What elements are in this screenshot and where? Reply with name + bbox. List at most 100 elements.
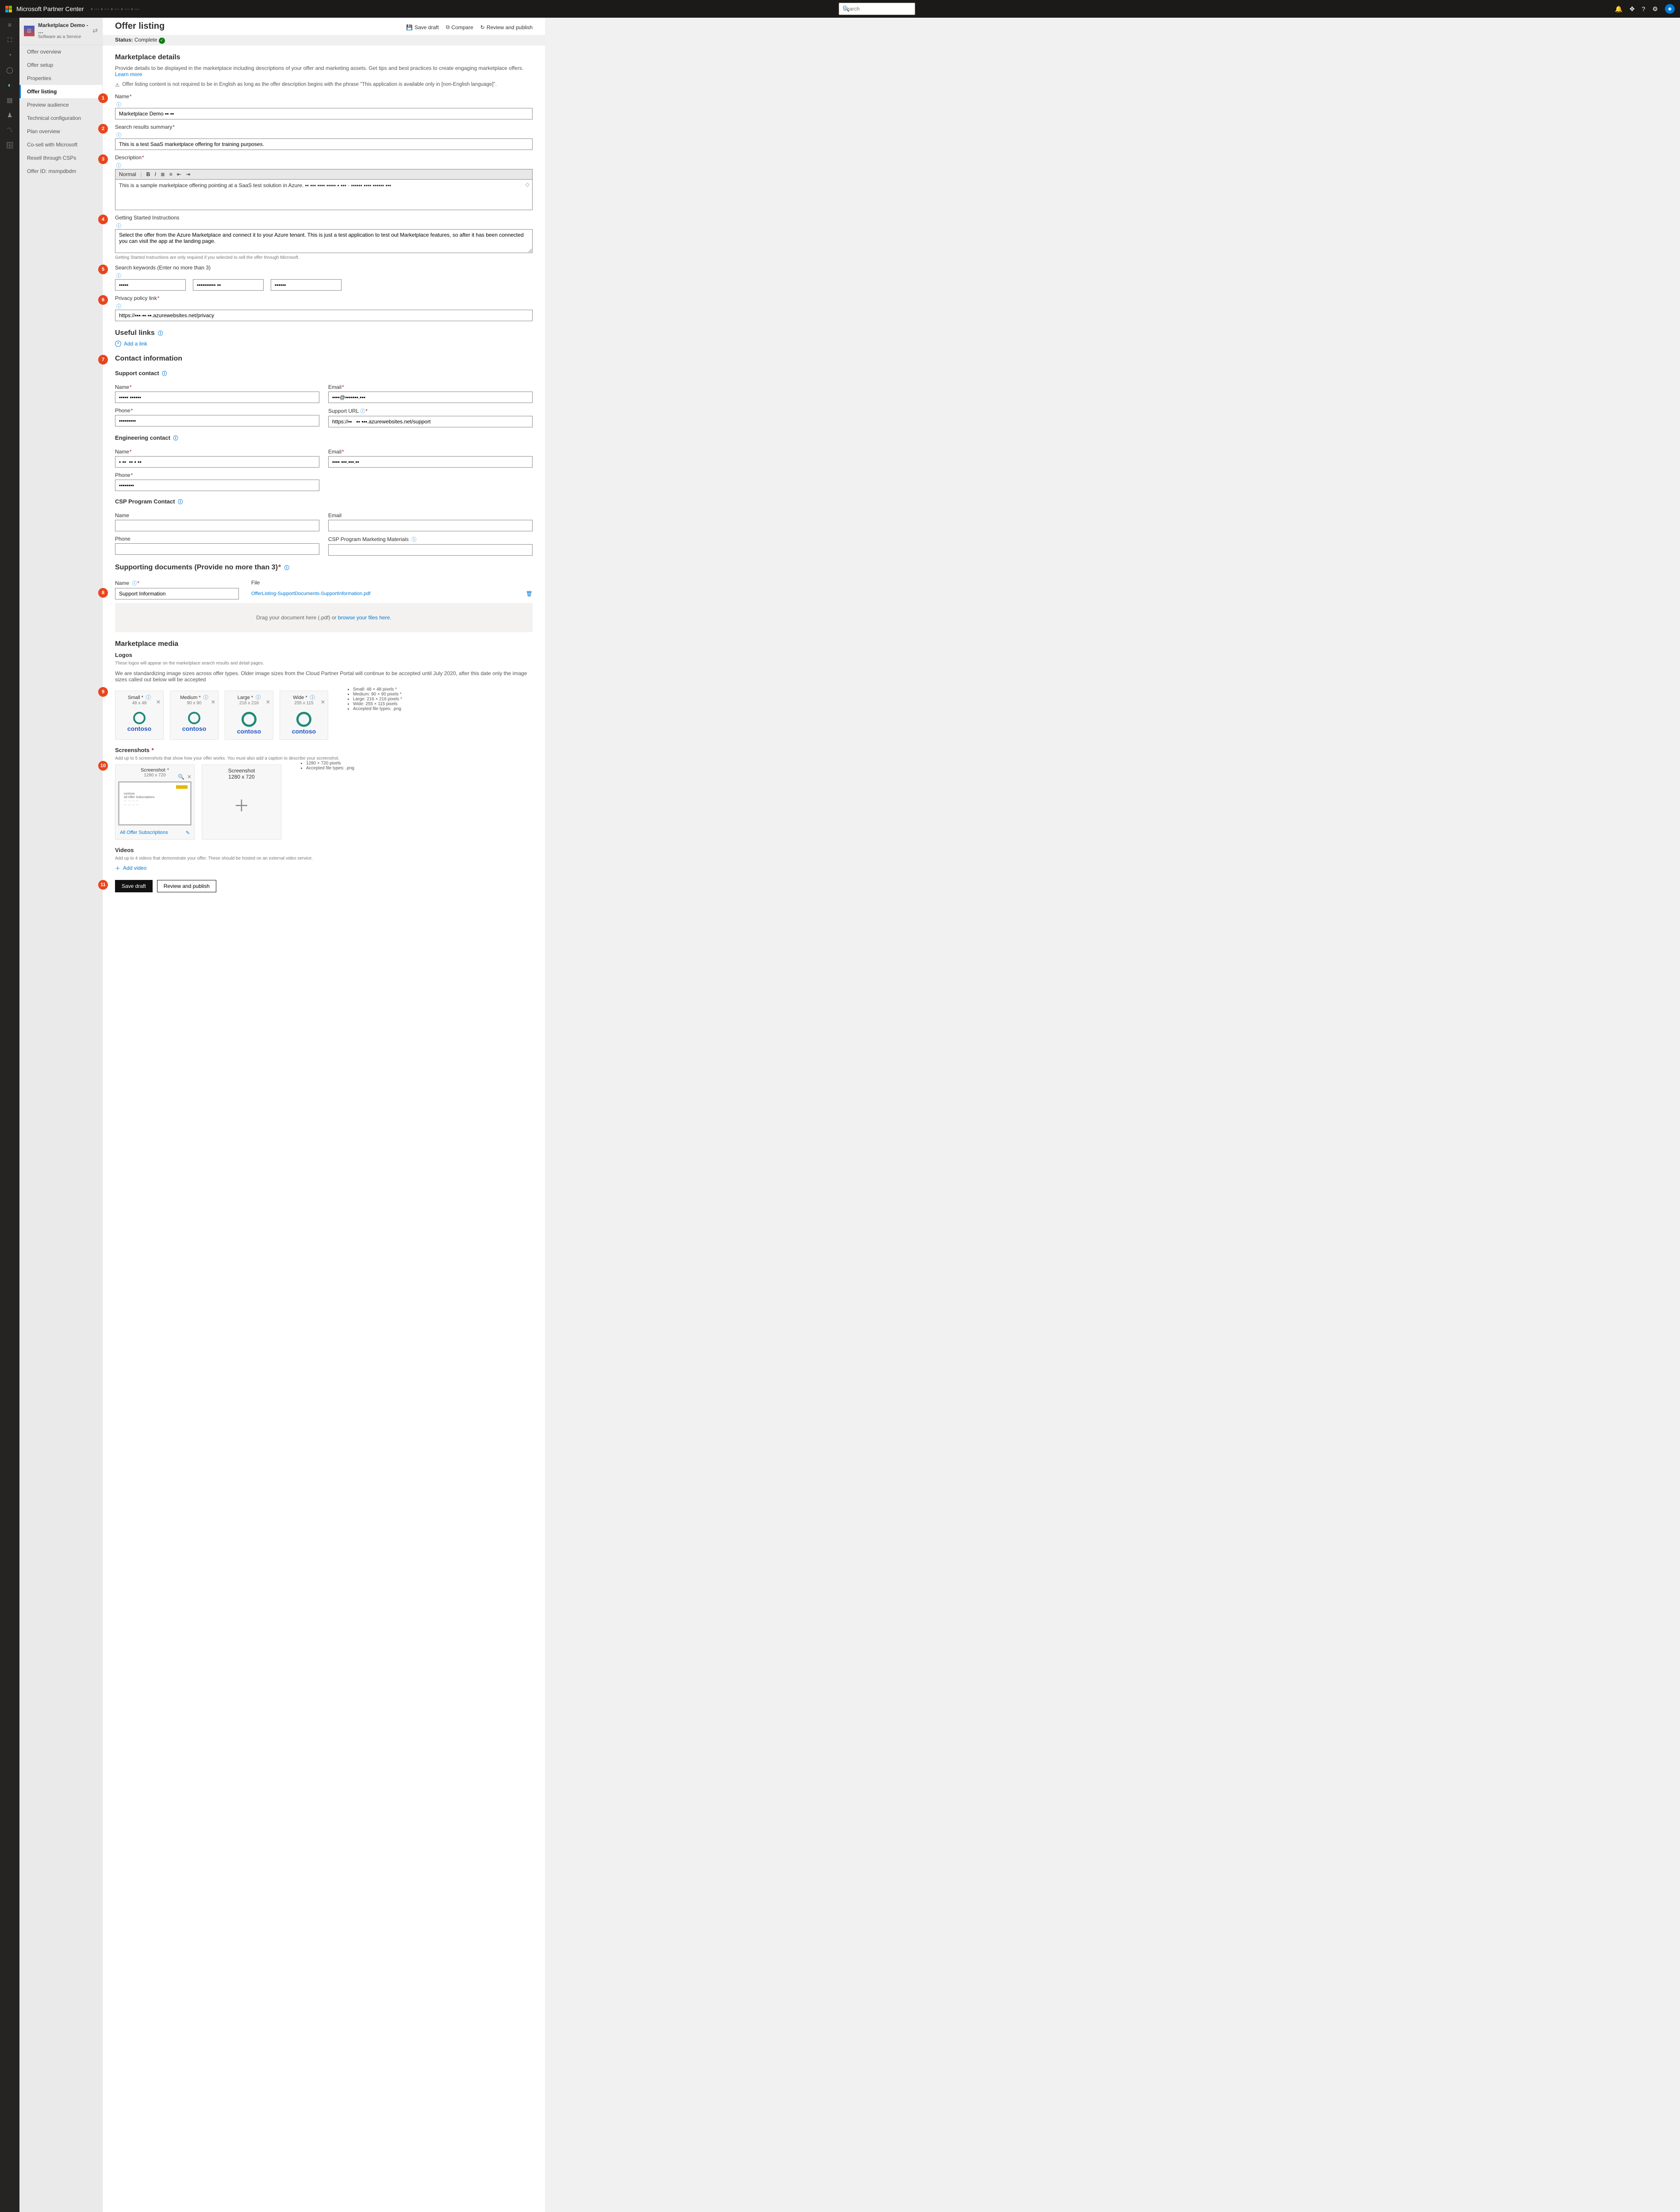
ec-name-input[interactable] <box>115 456 319 468</box>
info-icon[interactable]: ⓘ <box>116 304 121 309</box>
logo-card-medium[interactable]: Medium * ⓘ90 x 90✕contoso <box>170 691 219 740</box>
name-label: Name <box>115 93 533 100</box>
ol-icon[interactable]: ≡ <box>169 171 173 177</box>
srs-input[interactable] <box>115 138 533 150</box>
nav-co-sell-with-microsoft[interactable]: Co-sell with Microsoft <box>19 138 102 151</box>
review-publish-button[interactable]: Review and publish <box>157 880 216 892</box>
sc-url-input[interactable] <box>328 416 533 427</box>
gs-input[interactable]: Select the offer from the Azure Marketpl… <box>115 229 533 253</box>
csp-name-input[interactable] <box>115 520 319 531</box>
add-video[interactable]: ＋Add video <box>115 864 533 872</box>
info-icon[interactable]: ⓘ <box>116 223 121 229</box>
close-icon[interactable]: ✕ <box>266 699 270 705</box>
info-icon[interactable]: ⓘ <box>116 133 121 138</box>
info-icon[interactable]: ⓘ <box>178 499 183 505</box>
indent-icon[interactable]: ⇥ <box>186 171 190 177</box>
screenshot-1-thumb[interactable]: contosoAll Offer Subscriptions··· ··· ··… <box>118 781 192 826</box>
info-icon[interactable]: ⓘ <box>360 409 365 414</box>
info-icon[interactable]: ⓘ <box>116 163 121 169</box>
ul-icon[interactable]: ≣ <box>161 171 165 177</box>
rail-menu-icon[interactable]: ≡ <box>5 20 14 29</box>
info-icon[interactable]: ⓘ <box>162 371 167 376</box>
screenshot-1-caption[interactable]: All Offer Subscriptions <box>120 830 168 835</box>
nav-offer-id-msmpdbdm[interactable]: Offer ID: msmpdbdm <box>19 165 102 178</box>
logo-card-small[interactable]: Small * ⓘ48 x 48✕contoso <box>115 691 164 740</box>
compare-action[interactable]: ⧉ Compare <box>446 24 473 31</box>
close-icon[interactable]: ✕ <box>321 699 325 705</box>
browse-files-link[interactable]: browse your files here <box>338 614 390 621</box>
nav-offer-overview[interactable]: Offer overview <box>19 45 102 58</box>
csp-phone-input[interactable] <box>115 543 319 555</box>
avatar[interactable]: ◉ <box>1665 4 1675 14</box>
sc-name-input[interactable] <box>115 392 319 403</box>
kw3-input[interactable] <box>271 279 341 291</box>
nav-technical-configuration[interactable]: Technical configuration <box>19 111 102 125</box>
rich-toolbar[interactable]: Normal | B I ≣ ≡ ⇤ ⇥ <box>115 169 533 179</box>
rail-analytics-icon[interactable]: ▤ <box>5 96 14 104</box>
sc-phone-input[interactable] <box>115 415 319 426</box>
rail-people-icon[interactable]: ◔ <box>5 50 14 59</box>
doc-name-input[interactable] <box>115 588 239 599</box>
help-icon[interactable]: ? <box>1642 5 1645 12</box>
search-input[interactable] <box>839 3 915 15</box>
doc-dropzone[interactable]: Drag your document here (.pdf) or browse… <box>115 603 533 632</box>
info-icon[interactable]: ⓘ <box>116 273 121 279</box>
bold-icon[interactable]: B <box>146 171 150 177</box>
logo-card-large[interactable]: Large * ⓘ216 x 216✕contoso <box>225 691 273 740</box>
close-icon[interactable]: ✕ <box>156 699 161 705</box>
zoom-icon[interactable]: 🔍 <box>178 774 184 780</box>
close-icon[interactable]: ✕ <box>211 699 215 705</box>
learn-more-link[interactable]: Learn more <box>115 71 142 77</box>
step-5-badge: 5 <box>98 265 108 274</box>
nav-plan-overview[interactable]: Plan overview <box>19 125 102 138</box>
gear-icon[interactable]: ⚙ <box>1652 5 1658 13</box>
rail-chart-icon[interactable]: 〽 <box>5 126 14 134</box>
close-icon[interactable]: ✕ <box>187 774 192 780</box>
nav-offer-listing[interactable]: Offer listing <box>19 85 102 98</box>
info-icon[interactable]: ⓘ <box>411 537 416 542</box>
waffle-icon[interactable]: ✥ <box>1630 5 1635 13</box>
pp-input[interactable] <box>115 310 533 321</box>
trash-icon[interactable]: 🗑 <box>526 591 533 597</box>
ec-email-input[interactable] <box>328 456 533 468</box>
logo-card-wide[interactable]: Wide * ⓘ255 x 115✕contoso <box>280 691 328 740</box>
nav-properties[interactable]: Properties <box>19 72 102 85</box>
csp-email-input[interactable] <box>328 520 533 531</box>
sc-email-input[interactable] <box>328 392 533 403</box>
nav-offer-setup[interactable]: Offer setup <box>19 58 102 72</box>
info-icon[interactable]: ⓘ <box>132 581 137 586</box>
info-icon[interactable]: ⓘ <box>116 102 121 108</box>
csp-name-label: Name <box>115 512 319 518</box>
screenshot-add[interactable]: Screenshot 1280 x 720 ＋ <box>202 764 281 840</box>
nav-resell-through-csps[interactable]: Resell through CSPs <box>19 151 102 165</box>
info-icon[interactable]: ⓘ <box>284 565 289 571</box>
name-input[interactable] <box>115 108 533 119</box>
ec-phone-input[interactable] <box>115 480 319 491</box>
rail-user-icon[interactable]: ♟ <box>5 111 14 119</box>
italic-icon[interactable]: I <box>154 171 156 177</box>
desc-body[interactable]: This is a sample marketplace offering po… <box>115 179 533 210</box>
info-icon[interactable]: ⓘ <box>173 436 178 441</box>
rail-marketplace-icon[interactable]: ◐ <box>5 81 14 89</box>
preview-icon[interactable]: ◇ <box>525 181 529 188</box>
kw1-input[interactable] <box>115 279 186 291</box>
outdent-icon[interactable]: ⇤ <box>177 171 181 177</box>
ec-phone-label: Phone <box>115 472 319 478</box>
rail-qual-icon[interactable]: ◯ <box>5 65 14 74</box>
logos-heading: Logos <box>115 652 533 658</box>
bell-icon[interactable]: 🔔 <box>1615 5 1622 13</box>
swap-icon[interactable]: ⇄ <box>92 27 98 35</box>
info-icon[interactable]: ⓘ <box>158 331 163 336</box>
review-publish-action[interactable]: ↻ Review and publish <box>480 24 533 31</box>
save-draft-button[interactable]: Save draft <box>115 880 153 892</box>
doc-file-link[interactable]: OfferListing-SupportDocuments-SupportInf… <box>251 591 370 596</box>
rail-case-icon[interactable]: 🗄 <box>5 141 14 150</box>
format-select[interactable]: Normal <box>119 171 136 177</box>
nav-preview-audience[interactable]: Preview audience <box>19 98 102 111</box>
edit-icon[interactable]: ✎ <box>186 830 190 836</box>
kw2-input[interactable] <box>193 279 264 291</box>
rail-home-icon[interactable]: ⛶ <box>5 35 14 44</box>
add-link[interactable]: +Add a link <box>115 341 533 347</box>
save-draft-action[interactable]: 💾 Save draft <box>406 24 439 31</box>
csp-mat-input[interactable] <box>328 544 533 556</box>
